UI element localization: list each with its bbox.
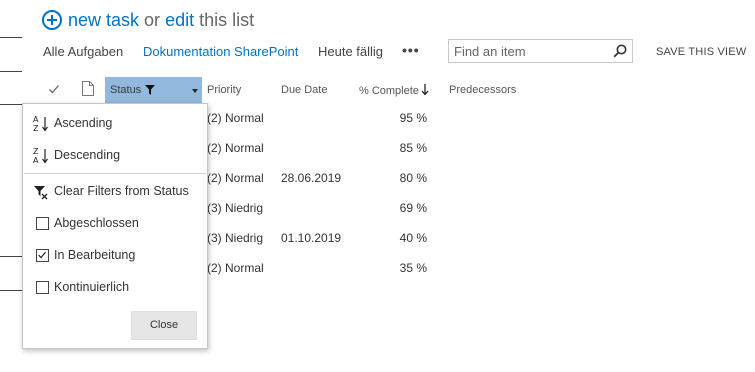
status-column-label: Status — [110, 84, 142, 96]
clear-filters-option[interactable]: Clear Filters from Status — [23, 178, 207, 204]
svg-text:Z: Z — [33, 124, 39, 132]
save-view-button[interactable]: SAVE THIS VIEW — [656, 46, 746, 58]
percent-complete-cell: 35 % — [399, 261, 427, 275]
priority-cell: (2) Normal — [207, 171, 264, 185]
ascending-label: Ascending — [54, 116, 113, 130]
search-icon[interactable] — [613, 44, 627, 58]
filter-checkbox-checked[interactable] — [36, 249, 49, 262]
percent-complete-cell: 80 % — [399, 171, 427, 185]
left-nav-divider — [0, 256, 22, 257]
percent-complete-column-header[interactable]: % Complete — [359, 84, 429, 97]
due-date-column-header[interactable]: Due Date — [281, 84, 327, 96]
left-nav-divider — [0, 290, 22, 291]
status-column-header[interactable]: Status — [105, 77, 202, 103]
priority-cell: (2) Normal — [207, 141, 264, 155]
sort-ascending-option[interactable]: A Z Ascending — [23, 110, 207, 136]
predecessors-column-header[interactable]: Predecessors — [449, 84, 516, 96]
close-button[interactable]: Close — [131, 311, 197, 340]
due-date-cell: 28.06.2019 — [281, 171, 342, 185]
svg-text:A: A — [33, 156, 39, 164]
checkmark-icon — [38, 251, 46, 259]
filter-icon — [145, 85, 155, 95]
priority-cell: (3) Niedrig — [207, 201, 264, 215]
status-filter-menu: A Z Ascending Z A Descending Clear Filte… — [22, 103, 208, 349]
clear-filters-label: Clear Filters from Status — [54, 184, 189, 198]
menu-divider — [24, 173, 206, 174]
sort-ascending-icon: A Z — [33, 115, 48, 132]
document-type-icon — [82, 81, 94, 96]
percent-complete-cell: 40 % — [399, 231, 427, 245]
left-nav-divider — [0, 37, 22, 38]
add-icon[interactable] — [42, 10, 62, 30]
priority-column-header[interactable]: Priority — [207, 84, 241, 96]
percent-complete-cell: 95 % — [399, 111, 427, 125]
search-box — [448, 39, 633, 63]
new-task-bar: new task or edit this list — [42, 8, 254, 32]
edit-list-link[interactable]: edit — [165, 10, 194, 31]
svg-text:A: A — [33, 115, 39, 124]
left-nav-divider — [0, 104, 22, 105]
chevron-down-icon[interactable] — [192, 89, 198, 93]
or-text: or — [144, 9, 161, 30]
view-tab-alle-aufgaben[interactable]: Alle Aufgaben — [43, 44, 123, 59]
priority-cell: (2) Normal — [207, 261, 264, 275]
filter-option-in-bearbeitung[interactable]: In Bearbeitung — [23, 242, 207, 268]
filter-checkbox[interactable] — [36, 217, 49, 230]
clear-filter-icon — [34, 186, 48, 200]
left-nav-divider — [0, 71, 22, 72]
priority-cell: (2) Normal — [207, 111, 264, 125]
view-tab-dokumentation-sharepoint[interactable]: Dokumentation SharePoint — [143, 44, 298, 59]
new-task-link[interactable]: new task — [68, 10, 139, 31]
filter-option-label: In Bearbeitung — [54, 248, 136, 262]
this-list-text: this list — [199, 9, 255, 30]
filter-option-kontinuierlich[interactable]: Kontinuierlich — [23, 274, 207, 300]
filter-option-abgeschlossen[interactable]: Abgeschlossen — [23, 210, 207, 236]
more-views-button[interactable]: ••• — [402, 42, 420, 58]
filter-option-label: Kontinuierlich — [54, 280, 130, 294]
view-tab-heute-faellig[interactable]: Heute fällig — [318, 44, 383, 59]
percent-complete-cell: 85 % — [399, 141, 427, 155]
sort-descending-icon: Z A — [33, 147, 48, 164]
sort-descending-option[interactable]: Z A Descending — [23, 142, 207, 168]
search-input[interactable] — [454, 43, 604, 59]
select-all-checkmark-icon[interactable] — [48, 83, 60, 95]
due-date-cell: 01.10.2019 — [281, 231, 342, 245]
filter-checkbox[interactable] — [36, 281, 49, 294]
sort-descending-arrow-icon — [421, 84, 429, 95]
priority-cell: (3) Niedrig — [207, 231, 264, 245]
descending-label: Descending — [54, 148, 121, 162]
filter-option-label: Abgeschlossen — [54, 216, 139, 230]
svg-text:Z: Z — [33, 147, 39, 156]
percent-complete-label: % Complete — [359, 85, 419, 97]
percent-complete-cell: 69 % — [399, 201, 427, 215]
